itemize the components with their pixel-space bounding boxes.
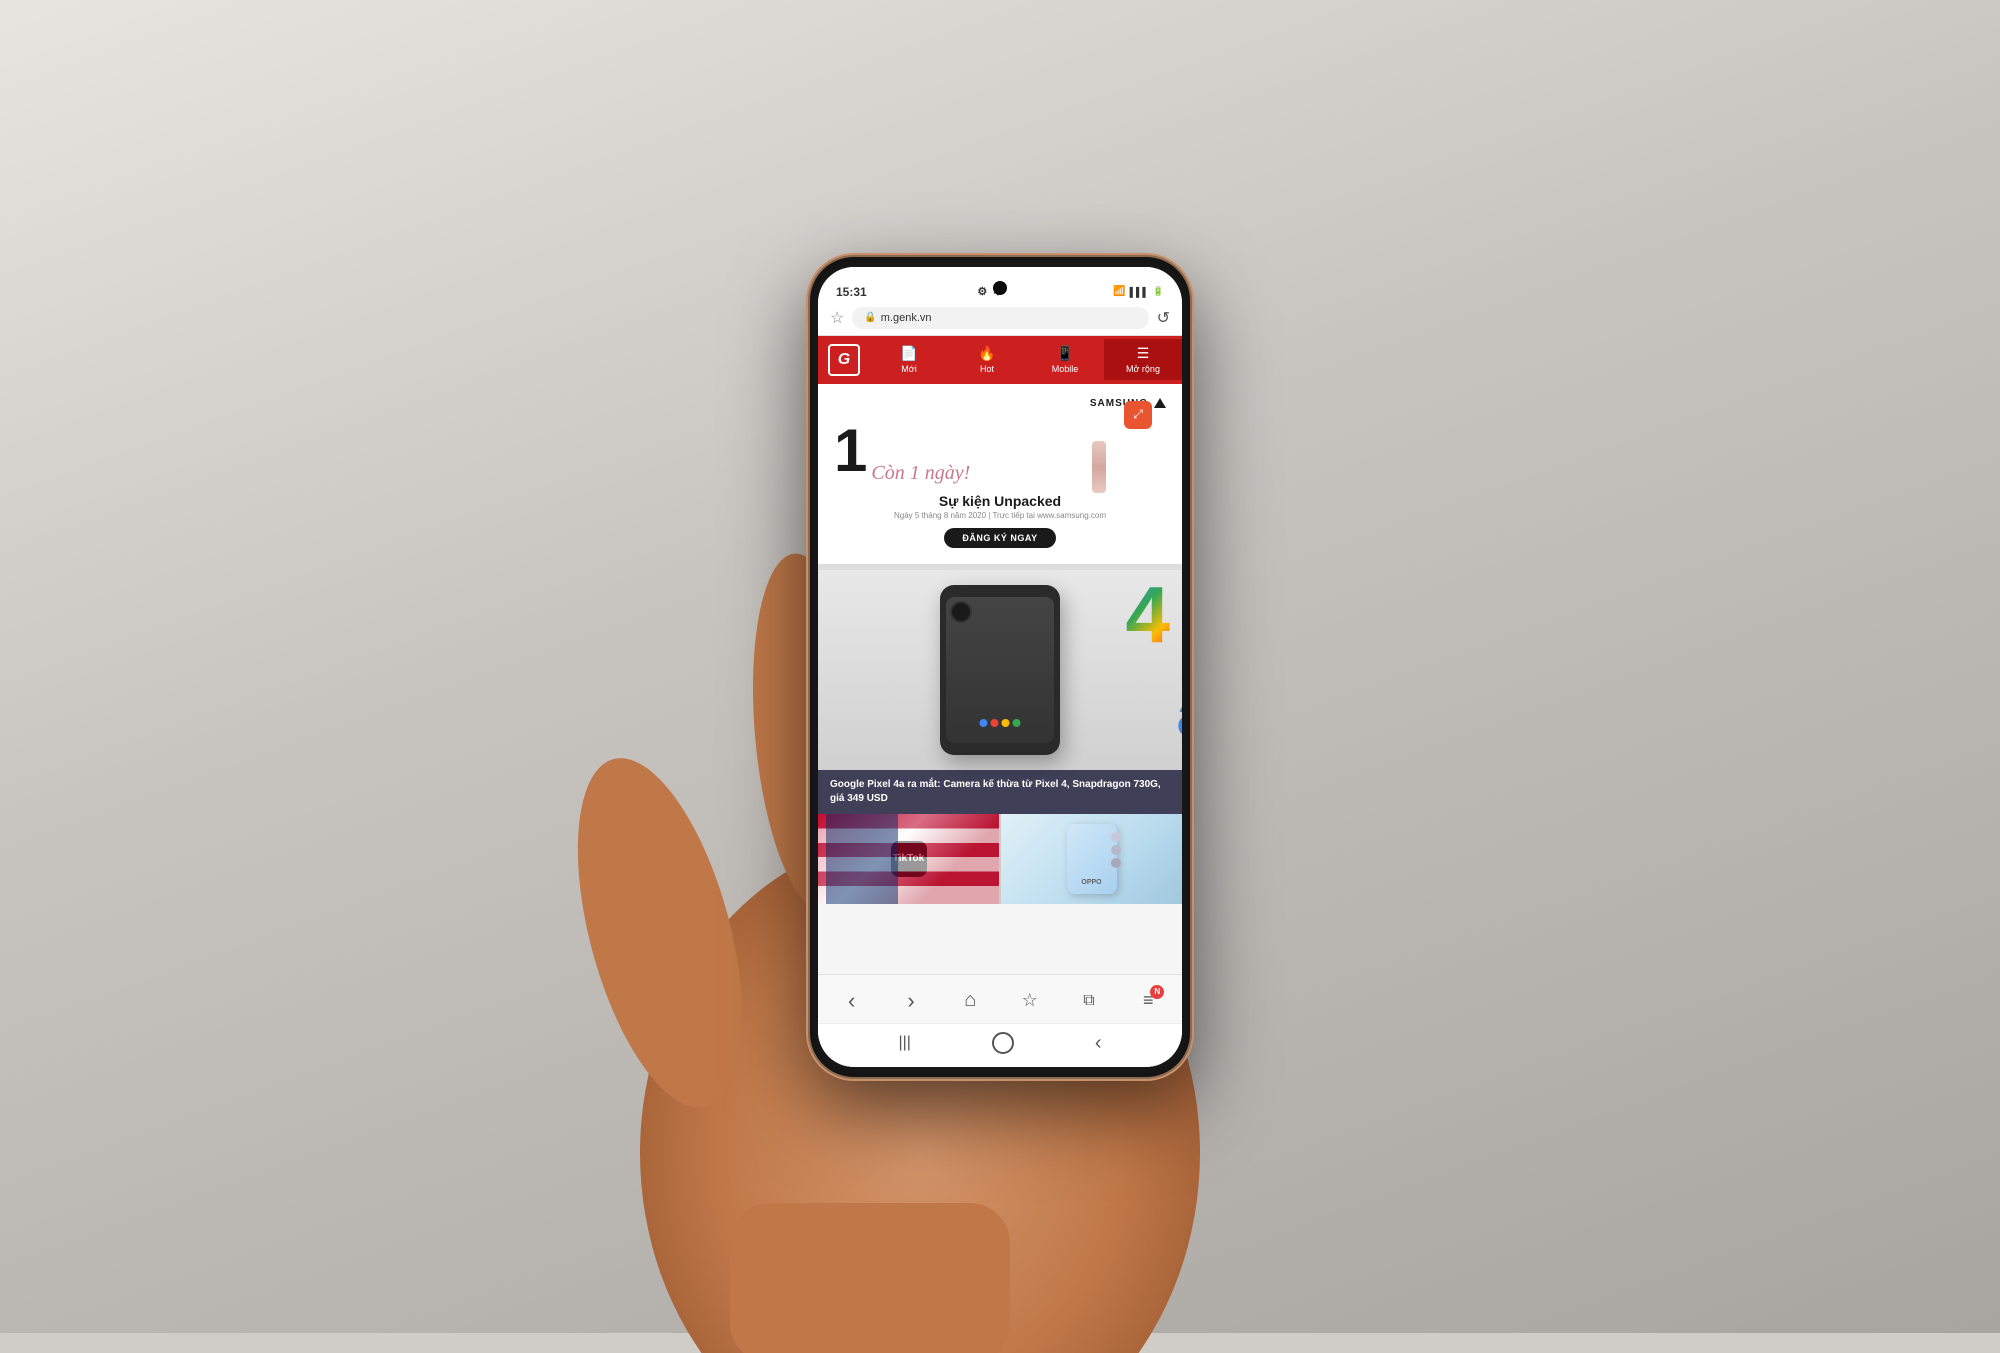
url-bar[interactable]: 🔒 m.genk.vn [852,307,1148,329]
phone-screen: 15:31 ⚙ ✱ 📶 ▌▌▌ 🔋 ☆ 🔒 [818,267,1182,1067]
recent-apps-button[interactable]: ||| [898,1034,910,1052]
tabs-button[interactable]: ⧉ [1071,983,1107,1019]
tiktok-article[interactable]: TikTok [818,814,999,904]
back-system-button[interactable]: ‹ [1095,1032,1102,1055]
browser-address-bar: ☆ 🔒 m.genk.vn ↺ [818,303,1182,336]
back-icon: ‹ [1095,1032,1102,1054]
system-nav-bar: ||| ‹ [818,1023,1182,1067]
recent-icon: ||| [898,1034,910,1051]
pixel-a-letter: a [1177,685,1182,745]
refresh-button[interactable]: ↺ [1157,308,1170,328]
battery-icon: 🔋 [1153,286,1164,297]
pixel4a-article[interactable]: 4 a [818,570,1182,814]
phone-frame: 15:31 ⚙ ✱ 📶 ▌▌▌ 🔋 ☆ 🔒 [810,257,1190,1077]
cursive-text: Còn 1 ngày! [871,462,970,485]
register-button[interactable]: ĐĂNG KÝ NGAY [944,528,1055,548]
nav-label-hot: Hot [980,364,994,374]
oppo-phone-image: OPPO [1067,824,1117,894]
back-button[interactable]: ‹ [834,983,870,1019]
home-circle-icon [992,1032,1014,1054]
signal-icon: ▌▌▌ [1130,287,1149,297]
tiktok-image: TikTok [818,814,999,904]
front-camera [993,281,1007,295]
samsung-banner[interactable]: SAMSUNG 1 Còn 1 ngày! ⤢ [818,384,1182,570]
pixel-4-number: 4 [1126,575,1171,655]
bookmarks-button[interactable]: ☆ [1012,983,1048,1019]
document-icon: 📄 [900,345,917,362]
countdown-number: 1 [834,421,867,481]
product-image [1092,441,1106,493]
connectivity-icons: 📶 ▌▌▌ 🔋 [1113,286,1164,297]
settings-icon: ⚙ [977,285,987,298]
notification-badge: N [1150,985,1164,999]
article-title: Google Pixel 4a ra mắt: Camera kế thừa t… [818,770,1182,814]
small-articles-row: TikTok [818,814,1182,904]
event-name: Sự kiện Unpacked [939,493,1061,509]
site-navigation: G 📄 Mới 🔥 Hot 📱 Mobile [818,336,1182,384]
fire-icon: 🔥 [978,345,995,362]
nav-item-mobile[interactable]: 📱 Mobile [1026,339,1104,380]
oppo-image: OPPO [1001,814,1182,904]
site-logo[interactable]: G [818,336,870,384]
nav-label-morong: Mở rộng [1126,364,1160,374]
lock-icon: 🔒 [864,312,876,323]
bookmark-icon[interactable]: ☆ [830,308,844,328]
browser-bottom-nav: ‹ › ⌂ ☆ ⧉ ≡ N [818,974,1182,1023]
mobile-icon: 📱 [1056,345,1073,362]
forward-button[interactable]: › [893,983,929,1019]
home-button[interactable]: ⌂ [952,983,988,1019]
event-date: Ngày 5 tháng 8 năm 2020 | Trực tiếp tại … [894,511,1106,520]
expand-button[interactable]: ⤢ [1124,401,1152,429]
nav-item-morong[interactable]: ☰ Mở rộng [1104,339,1182,380]
oppo-article[interactable]: OPPO [1001,814,1182,904]
time-display: 15:31 [836,285,867,299]
nav-item-hot[interactable]: 🔥 Hot [948,339,1026,380]
pixel-phone-image [940,585,1060,755]
nav-label-moi: Mới [901,364,916,374]
genk-logo: G [828,344,860,376]
home-system-button[interactable] [992,1032,1014,1054]
star-icon: ☆ [1022,990,1038,1011]
home-icon: ⌂ [964,989,976,1012]
countdown-display: 1 [834,421,867,481]
menu-icon: ☰ [1137,345,1150,362]
menu-button[interactable]: ≡ N [1130,983,1166,1019]
nav-item-moi[interactable]: 📄 Mới [870,339,948,380]
url-text: m.genk.vn [881,312,932,324]
content-area: SAMSUNG 1 Còn 1 ngày! ⤢ [818,384,1182,974]
wifi-icon: 📶 [1113,286,1125,297]
phone-device: 15:31 ⚙ ✱ 📶 ▌▌▌ 🔋 ☆ 🔒 [810,257,1190,1077]
nav-label-mobile: Mobile [1052,364,1079,374]
tabs-icon: ⧉ [1083,992,1094,1010]
nav-items: 📄 Mới 🔥 Hot 📱 Mobile ☰ [870,339,1182,380]
article-image: 4 a [818,570,1182,770]
triangle-icon [1154,398,1166,408]
